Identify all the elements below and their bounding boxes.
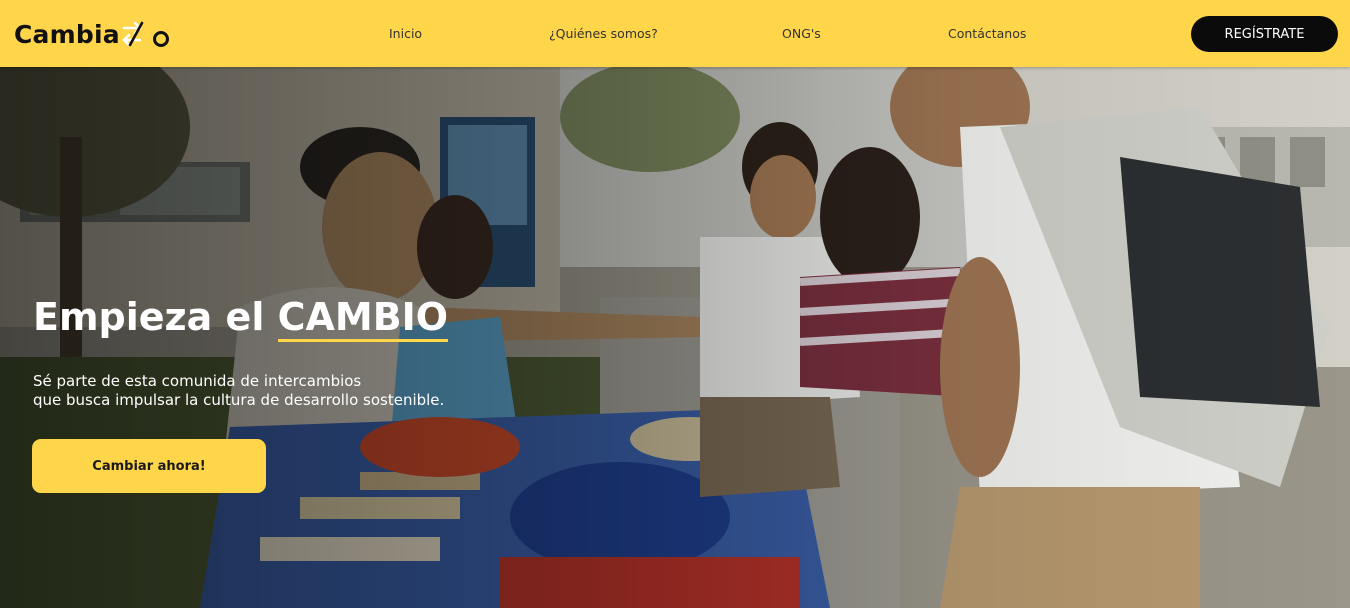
hero-title: Empieza el CAMBIO <box>33 295 449 342</box>
top-navbar: Cambia Inicio ¿Quiénes somos? ONG's Cont… <box>0 0 1350 67</box>
hero-subtitle-line-1: Sé parte de esta comunida de intercambio… <box>33 372 362 390</box>
hero-subtitle: Sé parte de esta comunida de intercambio… <box>33 372 444 410</box>
hero-title-accent: CAMBIO <box>277 295 449 342</box>
hero-subtitle-line-2: que busca impulsar la cultura de desarro… <box>33 391 445 409</box>
hero-section: Empieza el CAMBIO Sé parte de esta comun… <box>0 67 1350 608</box>
nav-link-inicio[interactable]: Inicio <box>389 26 422 41</box>
nav-link-quienes-somos[interactable]: ¿Quiénes somos? <box>549 26 658 41</box>
exchange-arrows-icon <box>122 21 169 47</box>
hero-title-lead: Empieza el <box>33 295 278 339</box>
cta-cambiar-ahora-button[interactable]: Cambiar ahora! <box>32 439 266 493</box>
brand-logo[interactable]: Cambia <box>14 16 170 52</box>
nav-link-contactanos[interactable]: Contáctanos <box>948 26 1026 41</box>
nav-link-ongs[interactable]: ONG's <box>782 26 821 41</box>
register-button[interactable]: REGÍSTRATE <box>1191 16 1338 52</box>
brand-name: Cambia <box>14 19 120 49</box>
